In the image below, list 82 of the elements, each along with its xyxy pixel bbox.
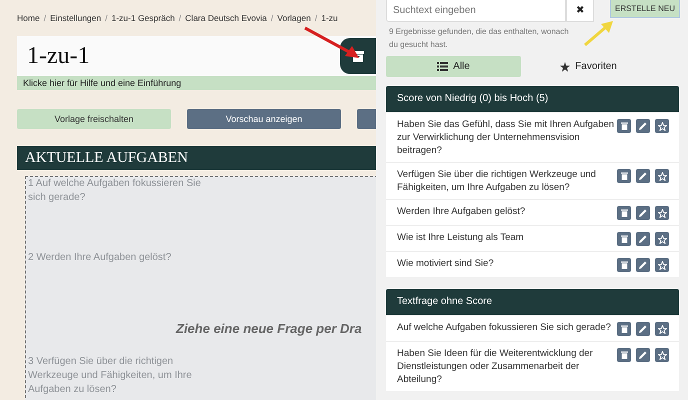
trash-icon xyxy=(620,325,628,333)
action-button[interactable]: Vorlage freischalten xyxy=(17,109,171,129)
trash-icon xyxy=(620,235,628,243)
delete-button[interactable] xyxy=(617,322,631,336)
star-icon xyxy=(658,172,666,180)
star-icon xyxy=(560,62,570,72)
favorite-button[interactable] xyxy=(655,119,669,133)
template-title: 1-zu-1 xyxy=(26,42,90,70)
trash-icon xyxy=(620,351,628,359)
delete-button[interactable] xyxy=(617,119,631,133)
breadcrumb-separator: / xyxy=(105,13,108,23)
edit-button[interactable] xyxy=(636,206,650,220)
drop-hint: Ziehe eine neue Frage per Dra xyxy=(176,321,362,336)
breadcrumb-link[interactable]: Einstellungen xyxy=(50,13,102,23)
breadcrumb-link[interactable]: Vorlagen xyxy=(277,13,311,23)
edit-button[interactable] xyxy=(636,322,650,336)
star-icon xyxy=(658,324,666,334)
archive-button[interactable] xyxy=(340,38,376,74)
breadcrumb-link[interactable]: 1-zu xyxy=(321,13,338,23)
pencil-icon xyxy=(639,351,647,359)
question-item[interactable]: Werden Ihre Aufgaben gelöst? xyxy=(397,205,617,218)
edit-button[interactable] xyxy=(636,348,650,362)
breadcrumb-link[interactable]: 1-zu-1 Gespräch xyxy=(111,13,175,23)
clear-button[interactable]: ✖ xyxy=(566,0,594,22)
edit-button[interactable] xyxy=(636,232,650,246)
breadcrumb-separator: / xyxy=(178,13,182,23)
pencil-icon xyxy=(639,235,647,243)
action-button[interactable]: Vorschau anzeigen xyxy=(187,109,341,129)
edit-button[interactable] xyxy=(636,119,650,133)
question-item[interactable]: Haben Sie das Gefühl, dass Sie mit Ihren Aufgaben zur Verwirklichung der Unternehmensvision beitragen? xyxy=(397,118,617,157)
favorite-button[interactable] xyxy=(655,232,669,246)
delete-button[interactable] xyxy=(617,169,631,183)
drop-zone[interactable]: 1 Auf welche Aufgaben fokussieren Sie sich gerade? 2 Werden Ihre Aufgaben gelöst? 3 Verfügen Sie über die richtigen Werkzeuge und Fähigkeiten, um Ihre Aufgaben zu lösen? Ziehe eine neue Frage per Dra xyxy=(25,176,376,400)
favorite-button[interactable] xyxy=(655,258,669,272)
delete-button[interactable] xyxy=(617,258,631,272)
star-icon xyxy=(658,350,666,360)
group-header: Score von Niedrig (0) bis Hoch (5) xyxy=(386,86,679,112)
pencil-icon xyxy=(639,122,647,130)
question-item[interactable]: Auf welche Aufgaben fokussieren Sie sich gerade? xyxy=(397,321,617,334)
question-item[interactable]: Wie motiviert sind Sie? xyxy=(397,257,617,270)
pencil-icon xyxy=(639,209,647,217)
star-icon xyxy=(658,208,666,218)
trash-icon xyxy=(620,261,628,269)
pencil-icon xyxy=(639,261,647,269)
filter-tab[interactable]: Favoriten xyxy=(521,56,656,77)
create-button[interactable]: ERSTELLE NEU xyxy=(610,0,680,18)
star-icon xyxy=(658,260,666,270)
question-text: 3 Verfügen Sie über die richtigen Werkzeuge und Fähigkeiten, um Ihre Aufgaben zu lösen? xyxy=(28,355,193,397)
question-text: 1 Auf welche Aufgaben fokussieren Sie sich gerade? xyxy=(28,177,202,205)
breadcrumb-link[interactable]: Clara Deutsch Evovia xyxy=(185,13,267,23)
breadcrumb-link[interactable]: Home xyxy=(17,13,40,23)
pencil-icon xyxy=(639,172,647,180)
delete-button[interactable] xyxy=(617,232,631,246)
trash-icon xyxy=(620,122,628,130)
group-header: Textfrage ohne Score xyxy=(386,289,679,315)
question-item[interactable]: Verfügen Sie über die richtigen Werkzeuge und Fähigkeiten, um Ihre Aufgaben zu lösen? xyxy=(397,168,617,194)
star-icon xyxy=(658,234,666,244)
breadcrumb-separator: / xyxy=(270,13,274,23)
search-field[interactable]: Suchtext eingeben xyxy=(386,0,566,22)
breadcrumb-separator: / xyxy=(314,13,318,23)
breadcrumb-separator: / xyxy=(44,13,46,23)
question-item[interactable]: Haben Sie Ideen für die Weiterentwicklung der Dienstleistungen oder Zusammenarbeit der Abteilung? xyxy=(397,347,617,386)
favorite-button[interactable] xyxy=(655,322,669,336)
list-icon xyxy=(437,62,448,71)
pencil-icon xyxy=(639,325,647,333)
favorite-button[interactable] xyxy=(655,348,669,362)
results-text: 9 Ergebnisse gefunden, die das enthalten, wonach du gesucht hast. xyxy=(388,26,570,51)
trash-icon xyxy=(620,209,628,217)
section-header: AKTUELLE AUFGABEN xyxy=(17,146,376,170)
edit-button[interactable] xyxy=(636,258,650,272)
annotation-arrow xyxy=(582,18,616,48)
question-text: 2 Werden Ihre Aufgaben gelöst? xyxy=(28,251,172,265)
trash-icon xyxy=(620,172,628,180)
favorite-button[interactable] xyxy=(655,169,669,183)
delete-button[interactable] xyxy=(617,348,631,362)
favorite-button[interactable] xyxy=(655,206,669,220)
question-item[interactable]: Wie ist Ihre Leistung als Team xyxy=(397,231,617,244)
filter-tab[interactable]: Alle xyxy=(386,56,521,77)
edit-button[interactable] xyxy=(636,169,650,183)
star-icon xyxy=(658,122,666,130)
delete-button[interactable] xyxy=(617,206,631,220)
help-link[interactable]: Klicke hier für Hilfe und eine Einführung xyxy=(17,76,376,90)
